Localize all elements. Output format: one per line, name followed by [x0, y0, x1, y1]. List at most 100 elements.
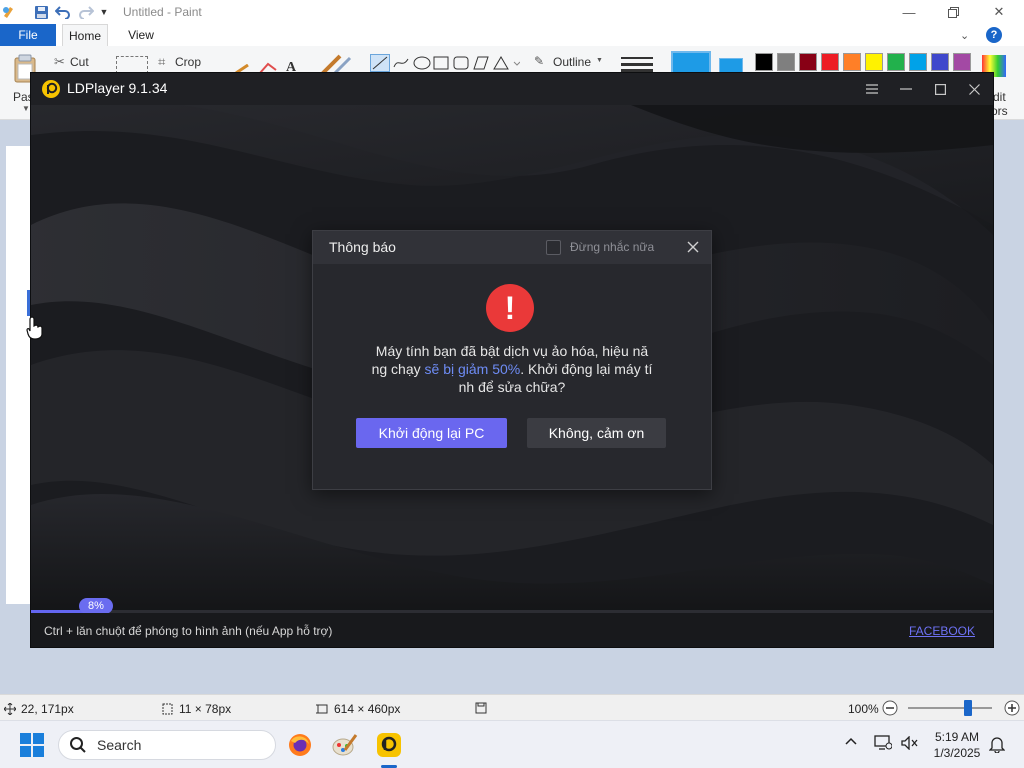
- dialog-header: Thông báo Đừng nhắc nữa: [313, 231, 711, 264]
- edit-colors-label[interactable]: dit: [993, 90, 1006, 104]
- ldplayer-close-button[interactable]: [961, 77, 987, 101]
- performance-drop-highlight: sẽ bị giảm 50%: [424, 361, 521, 377]
- outline-icon: ✎: [534, 54, 545, 68]
- tab-view[interactable]: View: [118, 24, 164, 46]
- crop-icon: ⌗: [158, 54, 166, 69]
- ldplayer-title-bar[interactable]: LDPlayer 9.1.34: [31, 73, 993, 105]
- virtualization-warning-dialog: Thông báo Đừng nhắc nữa ! Máy tính bạn đ…: [312, 230, 712, 490]
- ldplayer-maximize-button[interactable]: [927, 77, 953, 101]
- dialog-message-line-2-pre: ng chạy: [371, 361, 425, 377]
- redo-icon[interactable]: [77, 3, 95, 21]
- dialog-close-icon[interactable]: [685, 239, 701, 255]
- selection-size-icon: [162, 703, 173, 715]
- no-thanks-button[interactable]: Không, cảm ơn: [527, 418, 666, 448]
- palette-swatch-2[interactable]: [777, 53, 795, 71]
- palette-swatch-7[interactable]: [887, 53, 905, 71]
- collapse-ribbon-icon[interactable]: ⌄: [960, 29, 969, 42]
- tab-home[interactable]: Home: [62, 24, 108, 46]
- crop-button[interactable]: Crop: [175, 55, 201, 69]
- tray-overflow-chevron-icon[interactable]: [845, 737, 857, 745]
- ldplayer-window: LDPlayer 9.1.34 8% Ctrl + lăn chuột để p…: [31, 73, 993, 647]
- ldplayer-minimize-button[interactable]: [893, 77, 919, 101]
- cursor-position-status: 22, 171px: [4, 702, 74, 716]
- selection-size-value: 11 × 78px: [179, 702, 232, 716]
- paint-window-title: Untitled - Paint: [123, 5, 202, 19]
- volume-muted-icon[interactable]: [901, 736, 919, 750]
- ldplayer-window-title: LDPlayer 9.1.34: [67, 80, 168, 96]
- image-size-icon: [316, 704, 328, 714]
- shapes-gallery[interactable]: [370, 54, 520, 72]
- paint-ribbon-tabs: File Home View ⌄: [0, 24, 1024, 46]
- paint-close-button[interactable]: ✕: [976, 0, 1022, 24]
- palette-swatch-1[interactable]: [755, 53, 773, 71]
- taskbar-search-box[interactable]: Search: [58, 730, 276, 760]
- paint-title-bar: ▼ Untitled - Paint — ✕: [0, 0, 1024, 24]
- zoom-out-icon[interactable]: [882, 700, 898, 716]
- palette-swatch-9[interactable]: [931, 53, 949, 71]
- hand-cursor-icon: [26, 316, 44, 340]
- save-icon[interactable]: [32, 3, 50, 21]
- ldplayer-progress-label: 8%: [79, 598, 113, 614]
- canvas-stroke: [27, 290, 30, 316]
- palette-swatch-4[interactable]: [821, 53, 839, 71]
- palette-swatch-10[interactable]: [953, 53, 971, 71]
- facebook-link[interactable]: FACEBOOK: [909, 624, 975, 638]
- ldplayer-taskbar-icon[interactable]: [373, 729, 405, 761]
- zoom-in-icon[interactable]: [1004, 700, 1020, 716]
- dialog-message-line-2-post: . Khởi động lại máy tí: [520, 361, 653, 377]
- palette-swatch-8[interactable]: [909, 53, 927, 71]
- outline-dropdown-arrow-icon[interactable]: ▼: [596, 57, 603, 64]
- image-size-value: 614 × 460px: [334, 702, 401, 716]
- restart-pc-button[interactable]: Khởi động lại PC: [356, 418, 507, 448]
- network-icon[interactable]: [874, 735, 892, 751]
- paint-taskbar-icon[interactable]: [329, 729, 361, 761]
- search-icon: [70, 737, 86, 753]
- taskbar-clock[interactable]: 5:19 AM 1/3/2025: [926, 729, 988, 761]
- dont-remind-checkbox[interactable]: [546, 240, 561, 255]
- edit-colors-label-2[interactable]: ors: [991, 104, 1008, 118]
- alert-glyph: !: [504, 290, 516, 326]
- firefox-icon[interactable]: [284, 729, 316, 761]
- selection-size-status: 11 × 78px: [161, 702, 231, 716]
- zoom-hint-text: Ctrl + lăn chuột để phóng to hình ảnh (n…: [44, 624, 333, 638]
- paint-minimize-button[interactable]: —: [886, 0, 932, 24]
- cursor-position-value: 22, 171px: [21, 702, 74, 716]
- dont-remind-label[interactable]: Đừng nhắc nữa: [570, 240, 654, 254]
- zoom-level: 100%: [848, 702, 879, 716]
- palette-swatch-5[interactable]: [843, 53, 861, 71]
- undo-icon[interactable]: [54, 3, 72, 21]
- clock-time: 5:19 AM: [934, 730, 980, 744]
- alert-icon: !: [486, 284, 534, 332]
- ldplayer-logo-icon: [41, 79, 61, 99]
- line-size-icon[interactable]: [621, 55, 653, 73]
- paint-app-icon: [0, 3, 18, 21]
- search-placeholder: Search: [97, 737, 142, 753]
- tab-file[interactable]: File: [0, 24, 56, 46]
- dialog-title: Thông báo: [329, 239, 396, 255]
- help-button[interactable]: ?: [986, 27, 1002, 43]
- taskbar: Search 5:19 AM 1/3/2025: [0, 720, 1024, 768]
- cut-button[interactable]: Cut: [70, 55, 89, 69]
- paint-status-bar: 22, 171px 11 × 78px 614 × 460px 100%: [0, 694, 1024, 720]
- zoom-slider-thumb[interactable]: [964, 700, 973, 716]
- windows-start-icon[interactable]: [20, 733, 44, 757]
- dialog-message-line-3: nh để sửa chữa?: [458, 379, 566, 395]
- outline-dropdown[interactable]: Outline: [553, 55, 591, 69]
- palette-swatch-3[interactable]: [799, 53, 817, 71]
- clock-date: 1/3/2025: [933, 746, 981, 760]
- dialog-message: Máy tính bạn đã bật dịch vụ ảo hóa, hiệu…: [353, 342, 671, 396]
- select-tool-icon[interactable]: [116, 56, 148, 74]
- paint-restore-button[interactable]: [930, 0, 976, 24]
- zoom-slider[interactable]: [908, 700, 992, 716]
- save-status-icon: [475, 702, 487, 714]
- notification-bell-icon[interactable]: [989, 736, 1005, 753]
- palette-swatch-6[interactable]: [865, 53, 883, 71]
- cut-icon: ✂: [54, 54, 65, 69]
- ldplayer-bottom-bar: Ctrl + lăn chuột để phóng to hình ảnh (n…: [31, 613, 993, 647]
- quick-access-dropdown-icon[interactable]: ▼: [97, 3, 111, 21]
- image-size-status: 614 × 460px: [316, 702, 400, 716]
- paste-dropdown-icon[interactable]: ▼: [22, 104, 30, 113]
- dialog-message-line-2: ng chạy sẽ bị giảm 50%. Khởi động lại má…: [353, 360, 671, 378]
- ldplayer-menu-icon[interactable]: [859, 77, 885, 101]
- dialog-message-line-1: Máy tính bạn đã bật dịch vụ ảo hóa, hiệu…: [375, 343, 649, 359]
